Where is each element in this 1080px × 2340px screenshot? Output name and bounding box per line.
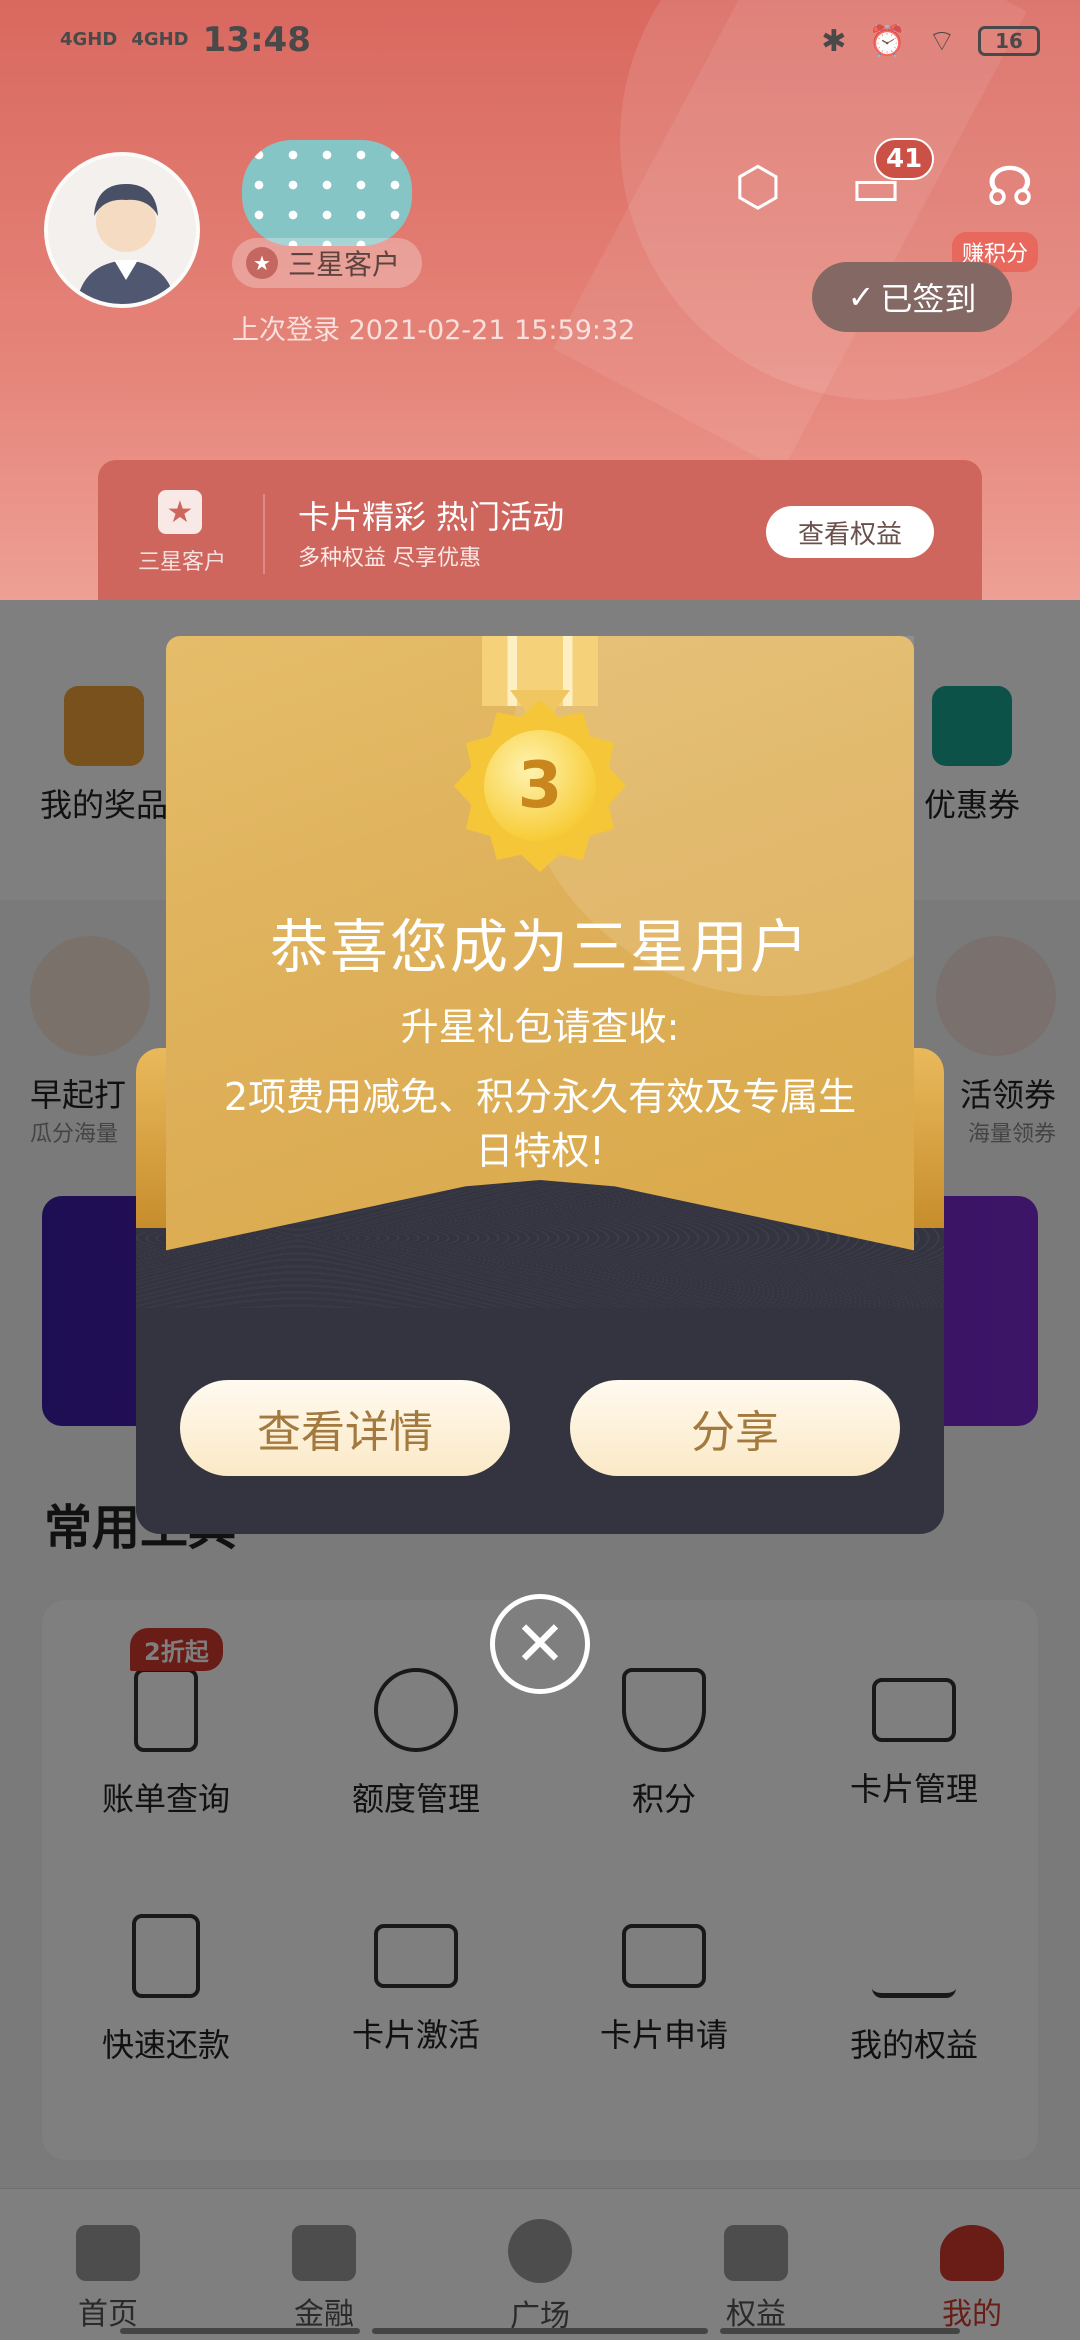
modal-title: 恭喜您成为三星用户 <box>269 913 810 981</box>
view-details-button[interactable]: 查看详情 <box>180 1380 510 1476</box>
close-icon[interactable]: ✕ <box>490 1594 590 1694</box>
envelope-gold-edge <box>136 1048 166 1228</box>
modal-description: 2项费用减免、积分永久有效及专属生日特权! <box>223 1075 857 1173</box>
envelope-gold-edge <box>914 1048 944 1228</box>
overlay-top-dim <box>0 0 1080 600</box>
modal-subtitle: 升星礼包请查收: <box>400 1005 680 1049</box>
medal-number: 3 <box>484 730 596 842</box>
share-button[interactable]: 分享 <box>570 1380 900 1476</box>
